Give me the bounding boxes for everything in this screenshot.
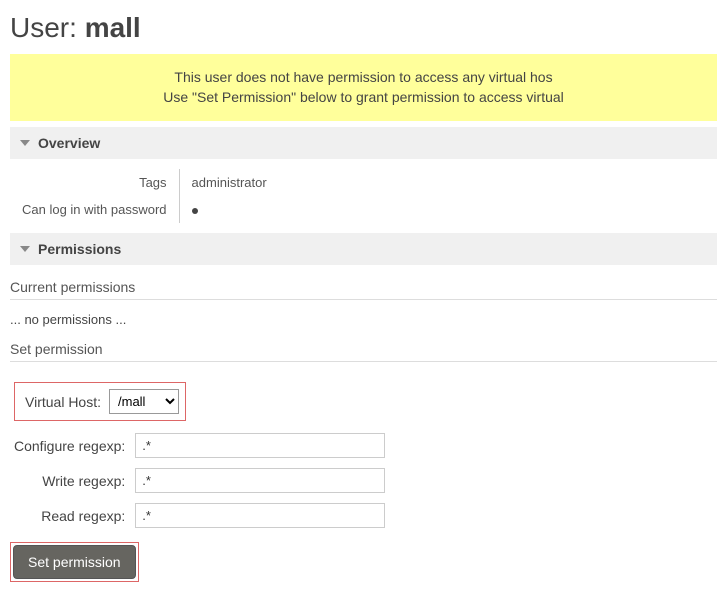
virtual-host-select[interactable]: /mall: [109, 389, 179, 414]
table-row: Write regexp:: [10, 466, 389, 495]
warning-line-1: This user does not have permission to ac…: [174, 69, 552, 85]
bullet-icon: [192, 208, 198, 214]
warning-banner: This user does not have permission to ac…: [10, 54, 717, 121]
configure-regexp-label: Configure regexp:: [10, 431, 131, 460]
overview-header-label: Overview: [38, 135, 100, 151]
permissions-section-header[interactable]: Permissions: [10, 233, 717, 265]
login-password-label: Can log in with password: [10, 196, 179, 223]
set-permission-highlight: Set permission: [10, 542, 139, 582]
table-row: Can log in with password: [10, 196, 279, 223]
set-permission-heading: Set permission: [10, 341, 717, 362]
button-row: Set permission: [10, 542, 717, 582]
tags-value: administrator: [179, 169, 279, 196]
permissions-header-label: Permissions: [38, 241, 121, 257]
write-regexp-input[interactable]: [135, 468, 385, 493]
tags-label: Tags: [10, 169, 179, 196]
page-title-username: mall: [85, 12, 141, 43]
page-title: User: mall: [0, 0, 717, 54]
page-title-prefix: User:: [10, 12, 85, 43]
warning-line-2: Use "Set Permission" below to grant perm…: [163, 89, 564, 105]
current-permissions-heading: Current permissions: [10, 279, 717, 300]
login-password-value: [179, 196, 279, 223]
table-row: Read regexp:: [10, 501, 389, 530]
chevron-down-icon: [20, 246, 30, 252]
table-row: Tags administrator: [10, 169, 279, 196]
overview-table: Tags administrator Can log in with passw…: [10, 169, 279, 223]
table-row: Virtual Host: /mall: [10, 378, 389, 425]
chevron-down-icon: [20, 140, 30, 146]
set-permission-form: Virtual Host: /mall Configure regexp: Wr…: [10, 372, 389, 536]
configure-regexp-input[interactable]: [135, 433, 385, 458]
set-permission-button[interactable]: Set permission: [13, 545, 136, 579]
read-regexp-input[interactable]: [135, 503, 385, 528]
read-regexp-label: Read regexp:: [10, 501, 131, 530]
overview-section-header[interactable]: Overview: [10, 127, 717, 159]
virtual-host-highlight: Virtual Host: /mall: [14, 382, 186, 421]
virtual-host-label: Virtual Host:: [25, 394, 101, 410]
write-regexp-label: Write regexp:: [10, 466, 131, 495]
no-permissions-text: ... no permissions ...: [10, 312, 717, 327]
table-row: Configure regexp:: [10, 431, 389, 460]
